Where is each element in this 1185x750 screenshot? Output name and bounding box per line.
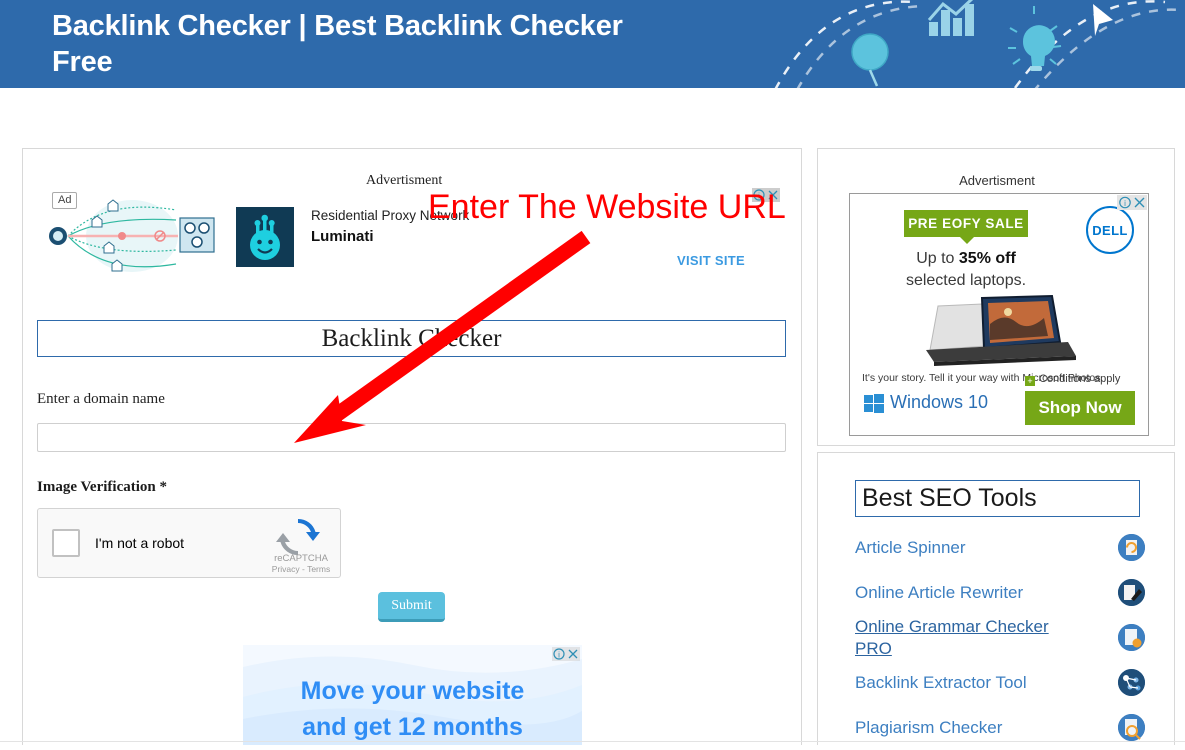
seo-tool-label: Plagiarism Checker [855, 717, 1003, 737]
dell-ad-controls[interactable]: i [1117, 195, 1147, 210]
bottom-ad-line1: Move your website [300, 677, 525, 705]
dell-offer-text: Up to 35% off selected laptops. [860, 248, 1072, 292]
seo-tools-title: Best SEO Tools [862, 484, 1037, 512]
balloon-icon [851, 33, 889, 87]
ad-badge: Ad [52, 192, 78, 209]
recaptcha-icon [276, 518, 320, 556]
ad-brand: Luminati [311, 228, 374, 245]
svg-text:i: i [1124, 199, 1126, 208]
seo-tools-panel: Best SEO Tools Article Spinner Online Art… [817, 452, 1175, 745]
bar-chart-growth-icon [927, 0, 974, 36]
bottom-advertisement[interactable]: Move your website and get 12 months i [243, 645, 582, 745]
seo-tool-item[interactable]: Online Article Rewriter [855, 570, 1145, 615]
seo-tool-item[interactable]: Article Spinner [855, 525, 1145, 570]
sidebar-ad-panel: Advertisment PRE EOFY SALE Up to 35% off… [817, 148, 1175, 446]
seo-tool-label: Online Grammar Checker PRO [855, 616, 1049, 658]
visit-site-link[interactable]: VISIT SITE [677, 253, 745, 268]
domain-field-label: Enter a domain name [37, 391, 165, 407]
dell-offer-prefix: Up to [916, 250, 959, 267]
article-spinner-icon [1118, 534, 1145, 561]
recaptcha-privacy-terms[interactable]: Privacy - Terms [264, 564, 338, 574]
seo-tools-list: Article Spinner Online Article Rewriter On… [855, 525, 1145, 750]
luminati-logo [236, 207, 294, 267]
bottom-ad-line2: and get 12 months [302, 713, 523, 741]
dell-offer-suffix: selected laptops. [905, 272, 1027, 289]
bottom-ad-controls[interactable]: i [552, 647, 580, 661]
header-decoration [774, 0, 1182, 88]
cursor-triangle-icon [1093, 4, 1113, 36]
lightbulb-icon [1008, 6, 1062, 71]
article-rewriter-icon [1118, 579, 1145, 606]
seo-tool-item[interactable]: Plagiarism Checker [855, 705, 1145, 750]
svg-text:i: i [558, 651, 560, 660]
shop-now-button[interactable]: Shop Now [1025, 391, 1135, 425]
backlink-extractor-icon [1118, 669, 1145, 696]
sidebar-ad-label: Advertisment [959, 173, 1035, 188]
windows-logo-icon [864, 394, 884, 413]
seo-tools-title-box: Best SEO Tools [855, 480, 1140, 517]
top-ad-label: Advertisment [366, 173, 443, 188]
windows-10-label: Windows 10 [890, 392, 989, 412]
dell-sale-badge: PRE EOFY SALE [904, 210, 1028, 237]
grammar-checker-icon [1118, 624, 1145, 651]
submit-button[interactable]: Submit [378, 592, 445, 622]
tool-title: Backlink Checker [321, 324, 502, 352]
conditions-plus-icon[interactable]: + [1025, 376, 1035, 386]
recaptcha-label: I'm not a robot [95, 535, 185, 551]
laptop-image [926, 294, 1076, 366]
tool-title-box: Backlink Checker [37, 320, 786, 357]
recaptcha-brand: reCAPTCHA [274, 553, 328, 564]
recaptcha-widget[interactable]: I'm not a robot reCAPTCHA Privacy - Term… [37, 508, 341, 578]
dell-advertisement[interactable]: PRE EOFY SALE Up to 35% off selected lap… [849, 193, 1149, 436]
image-verification-label: Image Verification * [37, 479, 167, 495]
plagiarism-checker-icon [1118, 714, 1145, 741]
seo-tool-item[interactable]: Backlink Extractor Tool [855, 660, 1145, 705]
seo-tool-label: Online Article Rewriter [855, 582, 1024, 602]
domain-input[interactable] [37, 423, 786, 452]
conditions-apply-text: Conditions apply [1039, 373, 1121, 385]
page-header: Backlink Checker | Best Backlink Checker… [0, 0, 1185, 88]
seo-tool-label: Article Spinner [855, 537, 966, 557]
annotation-text: Enter The Website URL [428, 188, 786, 226]
recaptcha-checkbox[interactable] [52, 529, 80, 557]
page-bottom-divider [0, 741, 1185, 742]
seo-tool-item[interactable]: Online Grammar Checker PRO [855, 615, 1145, 660]
page-title: Backlink Checker | Best Backlink Checker… [52, 10, 623, 78]
seo-tool-label: Backlink Extractor Tool [855, 672, 1027, 692]
dell-offer-discount: 35% off [958, 250, 1016, 267]
dell-logo: DELL [1086, 206, 1134, 254]
dell-badge-pointer [960, 237, 974, 244]
